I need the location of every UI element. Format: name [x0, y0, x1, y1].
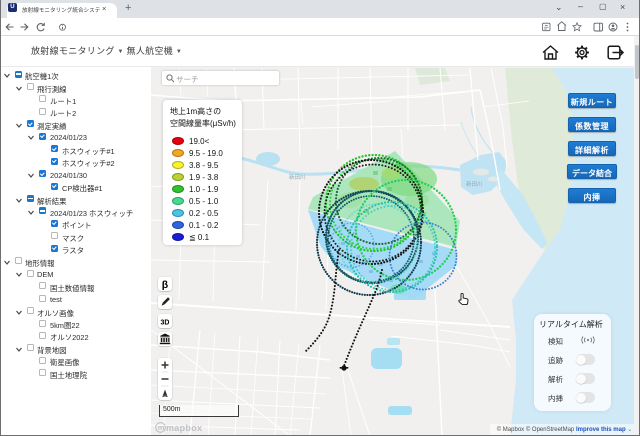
svg-text:3D: 3D: [161, 320, 170, 327]
svg-text:β: β: [162, 279, 169, 291]
svg-text:新田川: 新田川: [466, 180, 483, 188]
svg-text:新田川: 新田川: [289, 173, 306, 181]
svg-text:m: m: [158, 423, 165, 432]
